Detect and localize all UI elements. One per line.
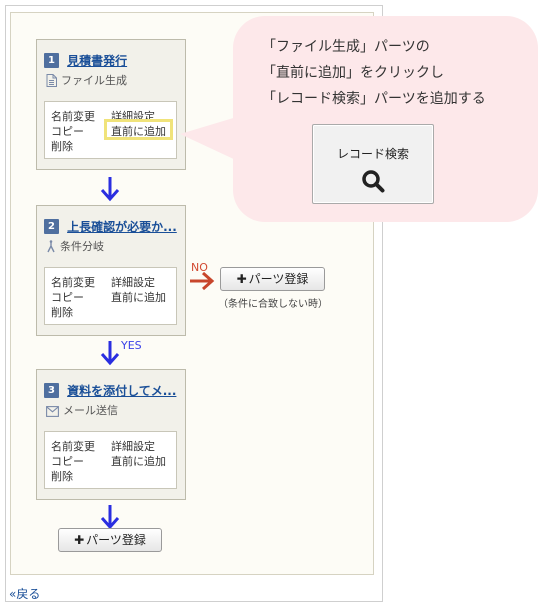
- plus-icon: ✚: [74, 533, 85, 547]
- arrow-down-icon: [100, 341, 120, 366]
- record-search-parts-tile[interactable]: レコード検索: [312, 124, 434, 204]
- step-type: ファイル生成: [61, 74, 127, 87]
- add-before-link[interactable]: 直前に追加: [111, 453, 166, 469]
- detail-settings-link[interactable]: 詳細設定: [111, 274, 155, 290]
- detail-settings-link[interactable]: 詳細設定: [111, 438, 155, 454]
- add-before-highlight: [104, 119, 173, 140]
- callout-text: 「ファイル生成」パーツの 「直前に追加」をクリックし 「レコード検索」パーツを追…: [262, 34, 486, 112]
- arrow-right-icon: [190, 271, 215, 291]
- branch-note: （条件に合致しない時）: [218, 299, 328, 310]
- rename-link[interactable]: 名前変更: [51, 438, 95, 454]
- register-parts-button[interactable]: ✚ パーツ登録: [220, 267, 325, 291]
- delete-link[interactable]: 削除: [51, 468, 73, 484]
- back-link[interactable]: «戻る: [9, 585, 40, 602]
- arrow-down-icon: [100, 505, 120, 530]
- rename-link[interactable]: 名前変更: [51, 108, 95, 124]
- copy-link[interactable]: コピー: [51, 123, 84, 139]
- step-type: メール送信: [63, 404, 118, 417]
- delete-link[interactable]: 削除: [51, 304, 73, 320]
- step-title-link[interactable]: 資料を添付してメ...: [67, 384, 176, 398]
- register-parts-label: パーツ登録: [86, 533, 146, 547]
- step-title-link[interactable]: 上長確認が必要か...: [67, 220, 177, 234]
- plus-icon: ✚: [236, 272, 247, 286]
- callout-line: 「ファイル生成」パーツの: [262, 39, 430, 55]
- tile-label: レコード検索: [336, 147, 409, 161]
- mail-icon: [46, 406, 59, 417]
- step-card-3: 3 資料を添付してメ... メール送信 名前変更 詳細設定 コピー 直前に追加 …: [36, 369, 186, 500]
- step-card-2: 2 上長確認が必要か... 条件分岐 名前変更 詳細設定 コピー 直前に追加 削…: [36, 205, 186, 336]
- search-icon: [362, 170, 385, 193]
- register-parts-button[interactable]: ✚ パーツ登録: [58, 528, 162, 552]
- step-number: 3: [44, 383, 59, 398]
- step-type: 条件分岐: [60, 240, 104, 253]
- copy-link[interactable]: コピー: [51, 289, 84, 305]
- branch-yes-label: YES: [121, 339, 142, 352]
- add-before-link[interactable]: 直前に追加: [111, 289, 166, 305]
- step-title-link[interactable]: 見積書発行: [67, 54, 127, 68]
- register-parts-label: パーツ登録: [248, 272, 309, 286]
- step-number: 1: [44, 53, 59, 68]
- callout-line: 「直前に追加」をクリックし: [262, 65, 444, 81]
- step-menu: 名前変更 詳細設定 コピー 直前に追加 削除: [44, 267, 177, 325]
- step-card-1: 1 見積書発行 ファイル生成 名前変更 詳細設定 コピー 直前に追加 削除: [36, 39, 186, 170]
- arrow-down-icon: [100, 177, 120, 202]
- callout-tail: [180, 116, 240, 162]
- delete-link[interactable]: 削除: [51, 138, 73, 154]
- branch-icon: [47, 240, 55, 253]
- step-menu: 名前変更 詳細設定 コピー 直前に追加 削除: [44, 431, 177, 489]
- rename-link[interactable]: 名前変更: [51, 274, 95, 290]
- callout-line: 「レコード検索」パーツを追加する: [262, 91, 486, 107]
- copy-link[interactable]: コピー: [51, 453, 84, 469]
- step-number: 2: [44, 219, 59, 234]
- file-icon: [46, 74, 57, 87]
